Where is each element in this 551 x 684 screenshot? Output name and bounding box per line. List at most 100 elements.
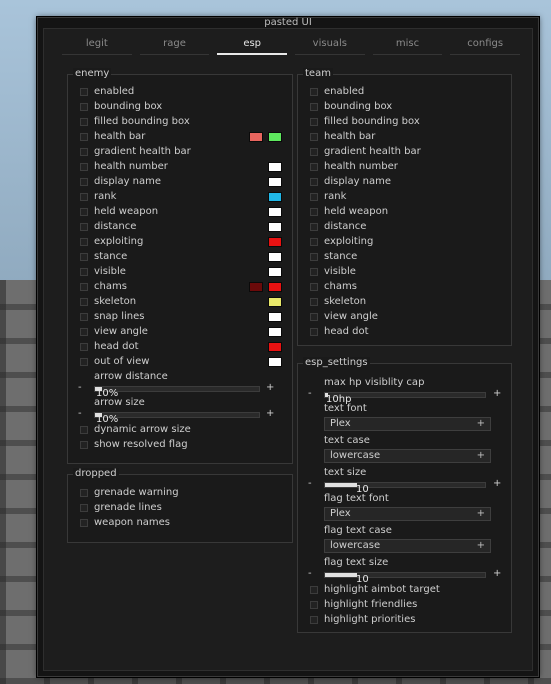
team-rank-checkbox[interactable] [310,193,318,201]
team-stance-checkbox[interactable] [310,253,318,261]
enemy-visible-checkbox[interactable] [80,268,88,276]
enemy-view-angle-checkbox[interactable] [80,328,88,336]
text-size-track[interactable] [324,482,486,488]
enemy-out-of-view-checkbox[interactable] [80,358,88,366]
enemy-head-dot-color-swatch[interactable] [268,342,282,352]
esp-settings-highlight-friendlies-checkbox[interactable] [310,601,318,609]
esp-settings-highlight-priorities-row[interactable]: highlight priorities [298,612,511,627]
enemy-chams-color-swatch[interactable] [268,282,282,292]
enemy-snap-lines-row[interactable]: snap lines [68,309,292,324]
team-filled-bounding-box-row[interactable]: filled bounding box [298,114,511,129]
enemy-exploiting-color-swatch[interactable] [268,237,282,247]
enemy-arrow-size-slider[interactable]: -10% + [78,408,274,425]
team-health-number-row[interactable]: health number [298,159,511,174]
enemy-distance-checkbox[interactable] [80,223,88,231]
team-filled-bounding-box-checkbox[interactable] [310,118,318,126]
team-held-weapon-row[interactable]: held weapon [298,204,511,219]
enemy-held-weapon-color-swatch[interactable] [268,207,282,217]
flag-text-size-decrease[interactable]: - [308,568,312,580]
team-display-name-row[interactable]: display name [298,174,511,189]
enemy-held-weapon-checkbox[interactable] [80,208,88,216]
arrow-distance-increase[interactable]: + [266,382,274,394]
team-view-angle-checkbox[interactable] [310,313,318,321]
team-bounding-box-checkbox[interactable] [310,103,318,111]
enemy-health-number-color-swatch[interactable] [268,162,282,172]
team-bounding-box-row[interactable]: bounding box [298,99,511,114]
team-gradient-health-bar-checkbox[interactable] [310,148,318,156]
enemy-view-angle-color-swatch[interactable] [268,327,282,337]
team-held-weapon-checkbox[interactable] [310,208,318,216]
flag-text-font-dropdown[interactable]: Plex + [324,507,491,521]
arrow-distance-decrease[interactable]: - [78,382,82,394]
team-chams-checkbox[interactable] [310,283,318,291]
max-hp-increase[interactable]: + [493,388,501,400]
enemy-bounding-box-row[interactable]: bounding box [68,99,292,114]
tab-visuals[interactable]: visuals [291,37,369,55]
enemy-enabled-checkbox[interactable] [80,88,88,96]
enemy-show-resolved-flag-checkbox[interactable] [80,441,88,449]
enemy-visible-row[interactable]: visible [68,264,292,279]
team-visible-row[interactable]: visible [298,264,511,279]
team-enabled-checkbox[interactable] [310,88,318,96]
team-view-angle-row[interactable]: view angle [298,309,511,324]
enemy-display-name-checkbox[interactable] [80,178,88,186]
team-visible-checkbox[interactable] [310,268,318,276]
enemy-exploiting-checkbox[interactable] [80,238,88,246]
enemy-display-name-color-swatch[interactable] [268,177,282,187]
enemy-chams-color-swatch[interactable] [249,282,263,292]
dropped-weapon-names-checkbox[interactable] [80,519,88,527]
enemy-health-bar-checkbox[interactable] [80,133,88,141]
enemy-health-number-row[interactable]: health number [68,159,292,174]
enemy-bounding-box-checkbox[interactable] [80,103,88,111]
enemy-show-resolved-flag-row[interactable]: show resolved flag [68,437,292,452]
enemy-distance-color-swatch[interactable] [268,222,282,232]
enemy-rank-color-swatch[interactable] [268,192,282,202]
enemy-stance-color-swatch[interactable] [268,252,282,262]
team-skeleton-row[interactable]: skeleton [298,294,511,309]
esp-settings-highlight-friendlies-row[interactable]: highlight friendlies [298,597,511,612]
team-rank-row[interactable]: rank [298,189,511,204]
team-head-dot-row[interactable]: head dot [298,324,511,339]
dropped-grenade-warning-checkbox[interactable] [80,489,88,497]
team-distance-row[interactable]: distance [298,219,511,234]
arrow-distance-track[interactable] [94,386,260,392]
enemy-stance-row[interactable]: stance [68,249,292,264]
enemy-skeleton-color-swatch[interactable] [268,297,282,307]
enemy-view-angle-row[interactable]: view angle [68,324,292,339]
enemy-out-of-view-row[interactable]: out of view [68,354,292,369]
team-gradient-health-bar-row[interactable]: gradient health bar [298,144,511,159]
dropped-weapon-names-row[interactable]: weapon names [68,515,292,530]
esp-settings-highlight-priorities-checkbox[interactable] [310,616,318,624]
enemy-rank-checkbox[interactable] [80,193,88,201]
arrow-size-increase[interactable]: + [266,408,274,420]
esp-settings-highlight-aimbot-target-checkbox[interactable] [310,586,318,594]
flag-text-case-dropdown[interactable]: lowercase + [324,539,491,553]
team-chams-row[interactable]: chams [298,279,511,294]
team-head-dot-checkbox[interactable] [310,328,318,336]
tab-legit[interactable]: legit [58,37,136,55]
text-font-dropdown[interactable]: Plex + [324,417,491,431]
esp-settings-highlight-aimbot-target-row[interactable]: highlight aimbot target [298,582,511,597]
enemy-chams-checkbox[interactable] [80,283,88,291]
team-exploiting-row[interactable]: exploiting [298,234,511,249]
team-health-bar-row[interactable]: health bar [298,129,511,144]
dropped-grenade-lines-checkbox[interactable] [80,504,88,512]
enemy-arrow-distance-slider[interactable]: -10% + [78,382,274,399]
text-size-slider[interactable]: - 10 + [308,478,501,495]
team-stance-row[interactable]: stance [298,249,511,264]
enemy-rank-row[interactable]: rank [68,189,292,204]
team-enabled-row[interactable]: enabled [298,84,511,99]
enemy-stance-checkbox[interactable] [80,253,88,261]
enemy-head-dot-row[interactable]: head dot [68,339,292,354]
enemy-snap-lines-color-swatch[interactable] [268,312,282,322]
enemy-skeleton-checkbox[interactable] [80,298,88,306]
team-health-bar-checkbox[interactable] [310,133,318,141]
enemy-dynamic-arrow-size-row[interactable]: dynamic arrow size [68,422,292,437]
team-distance-checkbox[interactable] [310,223,318,231]
enemy-exploiting-row[interactable]: exploiting [68,234,292,249]
team-display-name-checkbox[interactable] [310,178,318,186]
enemy-chams-row[interactable]: chams [68,279,292,294]
team-skeleton-checkbox[interactable] [310,298,318,306]
text-case-dropdown[interactable]: lowercase + [324,449,491,463]
enemy-skeleton-row[interactable]: skeleton [68,294,292,309]
